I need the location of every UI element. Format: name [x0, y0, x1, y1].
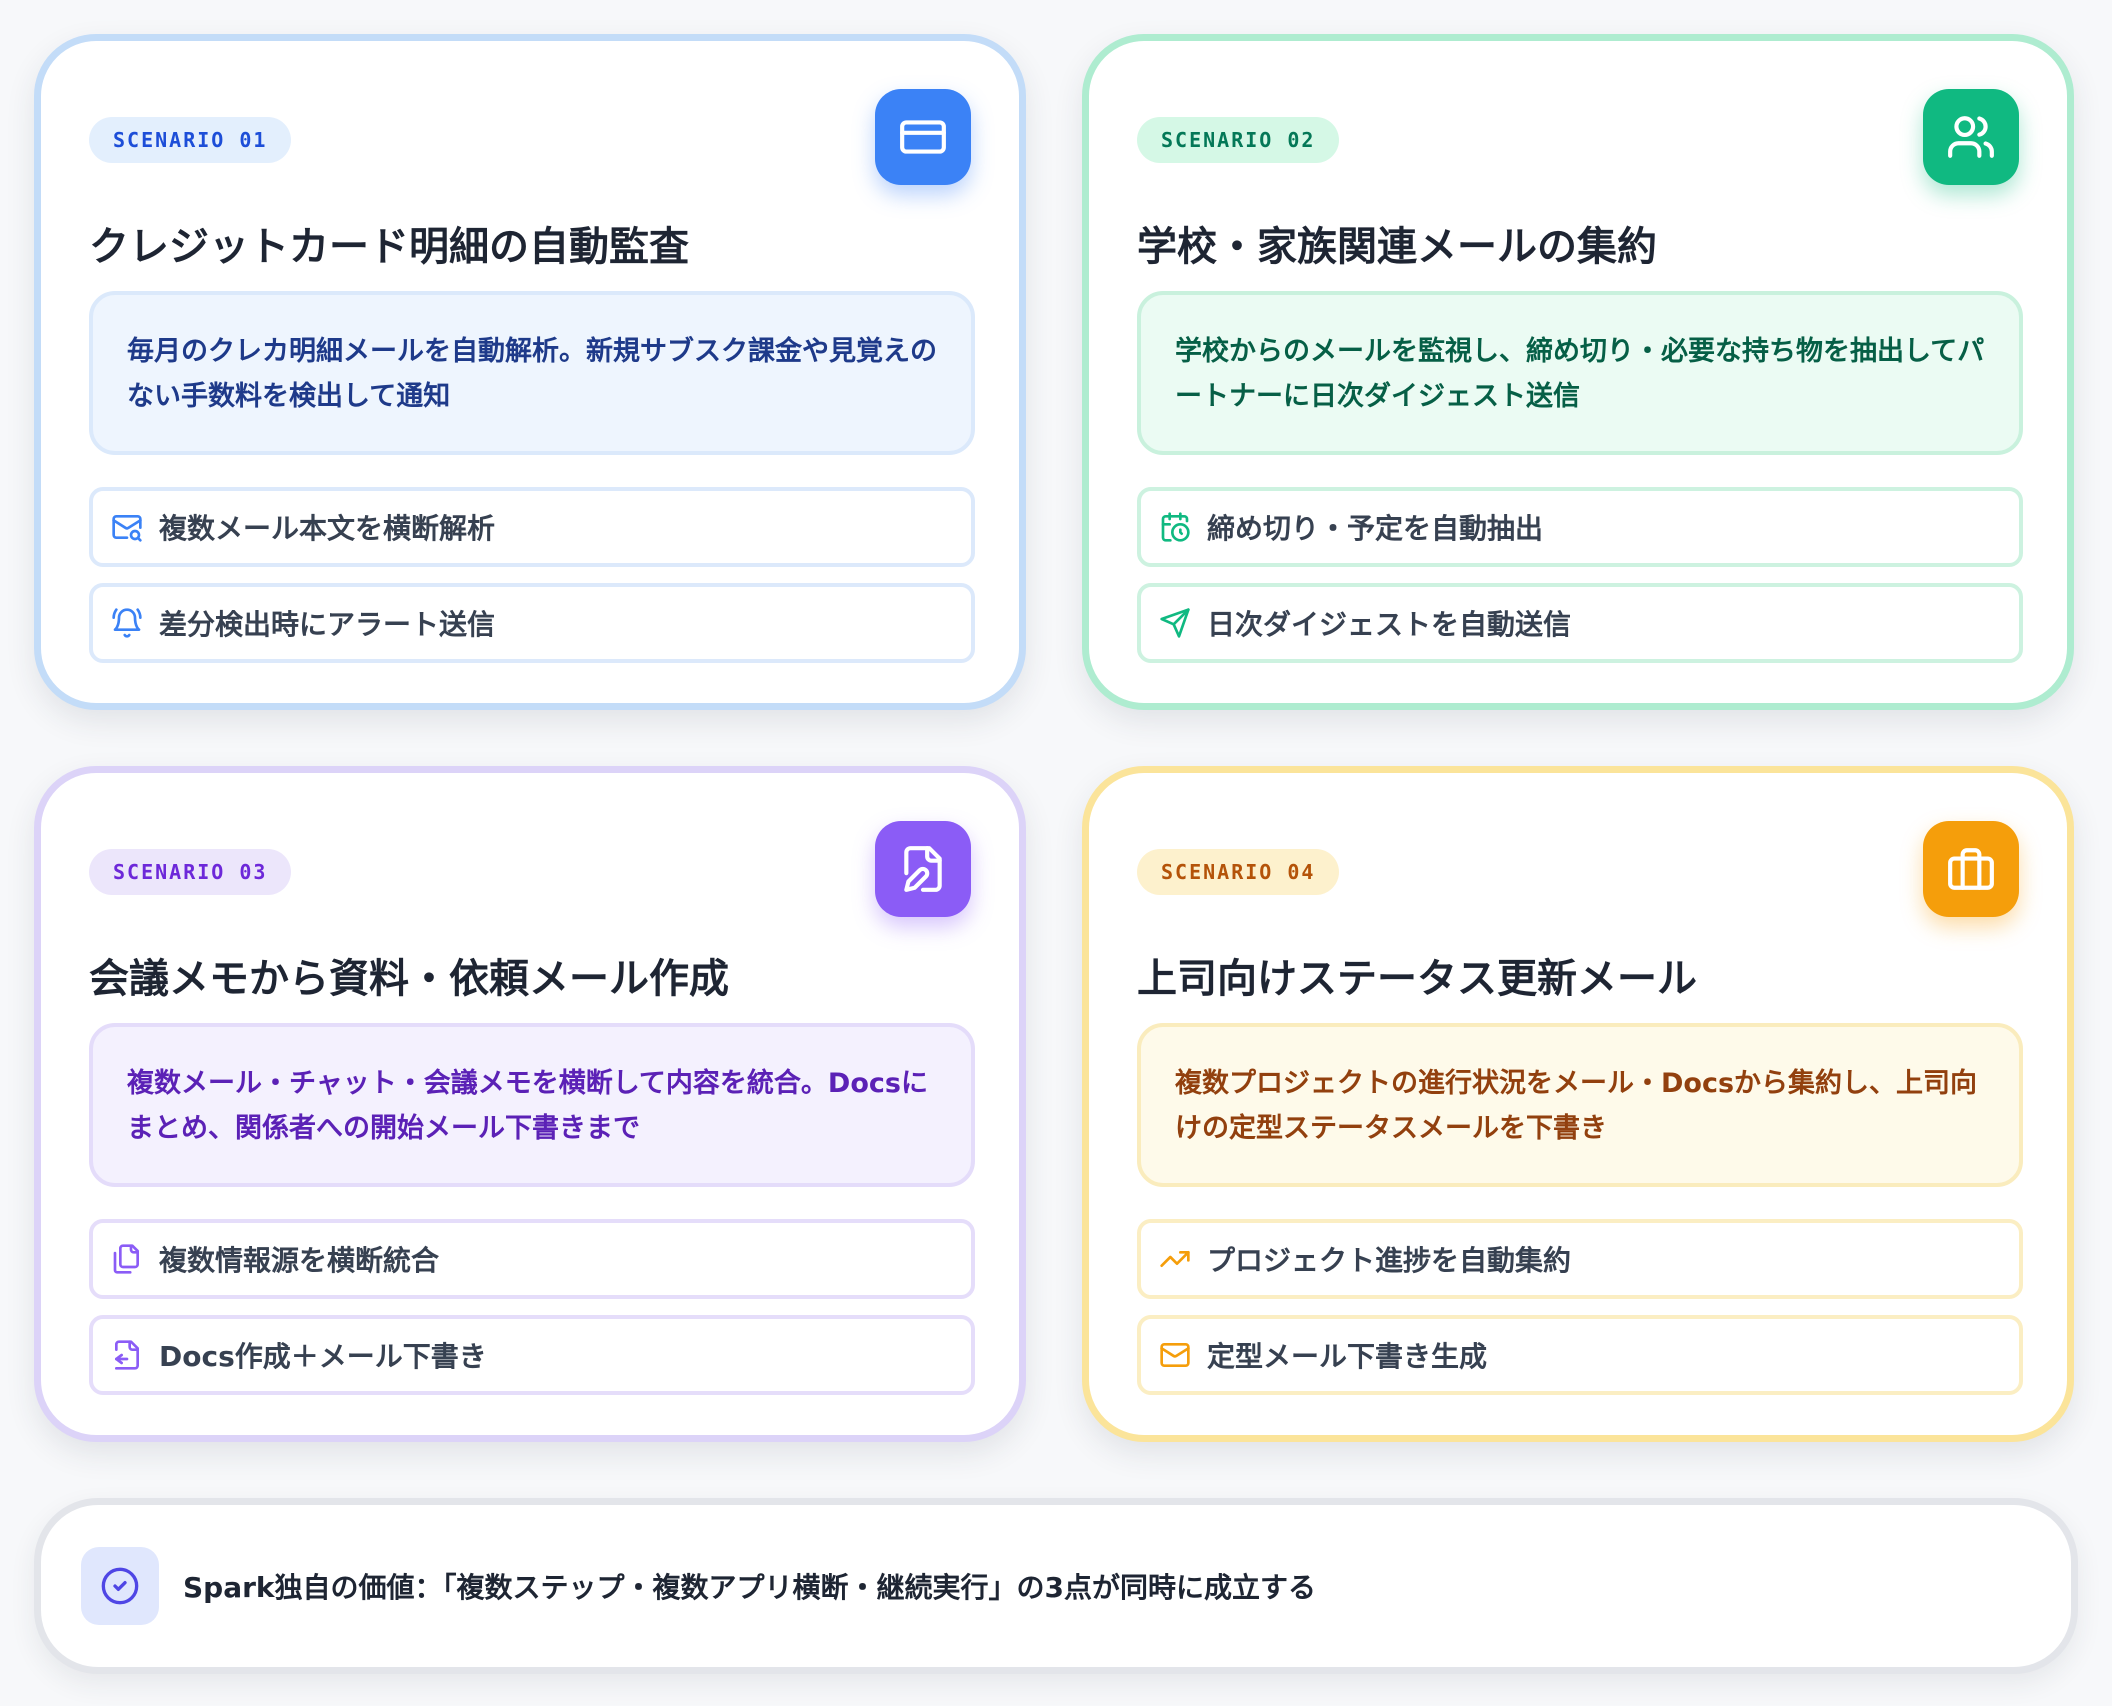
briefcase-icon: [1923, 821, 2019, 917]
feature-label: 定型メール下書き生成: [1207, 1340, 1488, 1373]
scenario-card-01: SCENARIO 01 クレジットカード明細の自動監査 毎月のクレカ明細メールを…: [34, 34, 1026, 710]
bell-icon: [109, 605, 145, 641]
scenario-description: 毎月のクレカ明細メールを自動解析。新規サブスク課金や見覚えのない手数料を検出して…: [89, 291, 975, 455]
check-circle-icon: [81, 1547, 159, 1625]
credit-card-icon: [875, 89, 971, 185]
feature-label: 差分検出時にアラート送信: [159, 608, 496, 641]
value-proposition-text: Spark独自の価値：「複数ステップ・複数アプリ横断・継続実行」の3点が同時に成…: [183, 1571, 1317, 1604]
files-icon: [109, 1241, 145, 1277]
feature-label: 複数情報源を横断統合: [159, 1244, 440, 1277]
calendar-clock-icon: [1157, 509, 1193, 545]
feature-label: プロジェクト進捗を自動集約: [1207, 1244, 1572, 1277]
scenario-card-02: SCENARIO 02 学校・家族関連メールの集約 学校からのメールを監視し、締…: [1082, 34, 2074, 710]
scenario-title: 学校・家族関連メールの集約: [1137, 224, 1657, 270]
trending-up-icon: [1157, 1241, 1193, 1277]
feature-label: Docs作成＋メール下書き: [159, 1340, 487, 1373]
value-proposition-banner: Spark独自の価値：「複数ステップ・複数アプリ横断・継続実行」の3点が同時に成…: [34, 1498, 2078, 1674]
scenario-description: 複数メール・チャット・会議メモを横断して内容を統合。Docsにまとめ、関係者への…: [89, 1023, 975, 1187]
scenario-title: 上司向けステータス更新メール: [1137, 956, 1697, 1002]
feature-item: Docs作成＋メール下書き: [89, 1315, 975, 1395]
mail-icon: [1157, 1337, 1193, 1373]
feature-label: 複数メール本文を横断解析: [159, 512, 496, 545]
feature-item: 差分検出時にアラート送信: [89, 583, 975, 663]
scenario-card-04: SCENARIO 04 上司向けステータス更新メール 複数プロジェクトの進行状況…: [1082, 766, 2074, 1442]
mail-search-icon: [109, 509, 145, 545]
feature-item: プロジェクト進捗を自動集約: [1137, 1219, 2023, 1299]
scenario-card-03: SCENARIO 03 会議メモから資料・依頼メール作成 複数メール・チャット・…: [34, 766, 1026, 1442]
scenario-title: クレジットカード明細の自動監査: [89, 224, 689, 270]
users-icon: [1923, 89, 2019, 185]
send-icon: [1157, 605, 1193, 641]
scenario-description: 複数プロジェクトの進行状況をメール・Docsから集約し、上司向けの定型ステータス…: [1137, 1023, 2023, 1187]
file-pen-icon: [875, 821, 971, 917]
feature-item: 複数メール本文を横断解析: [89, 487, 975, 567]
scenario-badge: SCENARIO 04: [1137, 849, 1340, 895]
file-import-icon: [109, 1337, 145, 1373]
scenario-badge: SCENARIO 03: [89, 849, 292, 895]
feature-item: 日次ダイジェストを自動送信: [1137, 583, 2023, 663]
scenario-description: 学校からのメールを監視し、締め切り・必要な持ち物を抽出してパートナーに日次ダイジ…: [1137, 291, 2023, 455]
scenarios-page: SCENARIO 01 クレジットカード明細の自動監査 毎月のクレカ明細メールを…: [0, 0, 2112, 1706]
scenario-badge: SCENARIO 01: [89, 117, 292, 163]
feature-item: 定型メール下書き生成: [1137, 1315, 2023, 1395]
feature-item: 締め切り・予定を自動抽出: [1137, 487, 2023, 567]
feature-item: 複数情報源を横断統合: [89, 1219, 975, 1299]
scenario-badge: SCENARIO 02: [1137, 117, 1340, 163]
feature-label: 日次ダイジェストを自動送信: [1207, 608, 1572, 641]
feature-label: 締め切り・予定を自動抽出: [1207, 512, 1544, 545]
scenario-title: 会議メモから資料・依頼メール作成: [89, 956, 729, 1002]
